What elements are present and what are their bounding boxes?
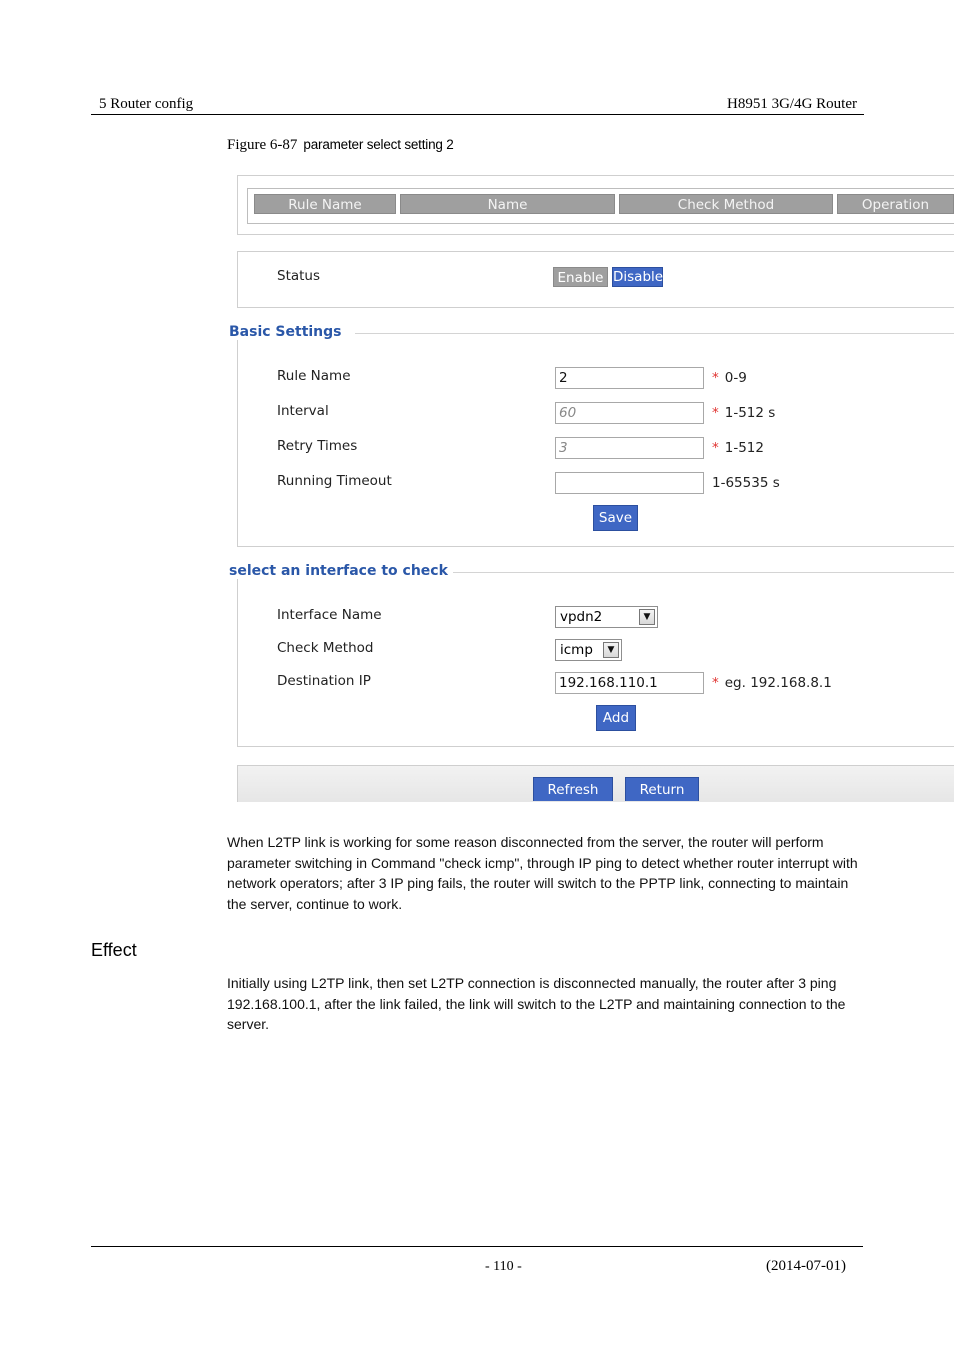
col-rule-name: Rule Name xyxy=(254,194,396,214)
interface-check-title: select an interface to check xyxy=(229,563,452,579)
basic-settings-divider xyxy=(355,333,954,334)
page-number: - 110 - xyxy=(485,1259,522,1274)
destination-ip-hint-row: * eg. 192.168.8.1 xyxy=(712,675,832,691)
running-timeout-input[interactable] xyxy=(555,472,704,494)
effect-paragraph: Initially using L2TP link, then set L2TP… xyxy=(227,975,846,1032)
save-button[interactable]: Save xyxy=(593,505,638,531)
disable-button[interactable]: Disable xyxy=(612,267,663,287)
rule-name-hint: 0-9 xyxy=(724,370,747,386)
interval-hint-row: * 1-512 s xyxy=(712,405,775,421)
retry-times-hint-row: * 1-512 xyxy=(712,440,764,456)
interval-hint: 1-512 s xyxy=(724,405,776,421)
destination-ip-label: Destination IP xyxy=(277,673,371,689)
enable-button[interactable]: Enable xyxy=(553,267,608,287)
required-star: * xyxy=(712,405,719,421)
required-star: * xyxy=(712,675,719,691)
footer-rule xyxy=(91,1246,863,1247)
required-star: * xyxy=(712,440,719,456)
interval-label: Interval xyxy=(277,403,329,419)
rule-name-input[interactable]: 2 xyxy=(555,367,704,389)
running-timeout-hint: 1-65535 s xyxy=(712,475,780,491)
retry-times-input[interactable]: 3 xyxy=(555,437,704,459)
interface-name-value: vpdn2 xyxy=(560,609,603,625)
rule-name-label: Rule Name xyxy=(277,368,351,384)
add-button[interactable]: Add xyxy=(596,705,636,731)
destination-ip-hint: eg. 192.168.8.1 xyxy=(724,675,832,691)
description-paragraph: When L2TP link is working for some reaso… xyxy=(227,834,858,912)
col-name: Name xyxy=(400,194,615,214)
check-method-label: Check Method xyxy=(277,640,374,656)
check-method-value: icmp xyxy=(560,642,593,658)
basic-settings-title: Basic Settings xyxy=(229,324,346,340)
check-method-select[interactable]: icmp ▼ xyxy=(555,639,622,661)
chevron-down-icon[interactable]: ▼ xyxy=(639,609,655,625)
chevron-down-icon[interactable]: ▼ xyxy=(603,642,619,658)
router-screenshot: Rule Name Name Check Method Operation St… xyxy=(0,0,954,810)
interface-check-divider xyxy=(453,572,954,573)
refresh-button[interactable]: Refresh xyxy=(533,777,613,801)
col-operation: Operation xyxy=(837,194,954,214)
document-date: (2014-07-01) xyxy=(766,1258,846,1274)
retry-times-hint: 1-512 xyxy=(724,440,764,456)
destination-ip-input[interactable]: 192.168.110.1 xyxy=(555,672,704,694)
effect-heading: Effect xyxy=(91,940,137,960)
interval-input[interactable]: 60 xyxy=(555,402,704,424)
status-label: Status xyxy=(277,268,321,284)
retry-times-label: Retry Times xyxy=(277,438,358,454)
return-button[interactable]: Return xyxy=(625,777,699,801)
running-timeout-label: Running Timeout xyxy=(277,473,392,489)
required-star: * xyxy=(712,370,719,386)
interface-name-select[interactable]: vpdn2 ▼ xyxy=(555,606,658,628)
col-check-method: Check Method xyxy=(619,194,833,214)
interface-name-label: Interface Name xyxy=(277,607,382,623)
rule-name-hint-row: * 0-9 xyxy=(712,370,747,386)
